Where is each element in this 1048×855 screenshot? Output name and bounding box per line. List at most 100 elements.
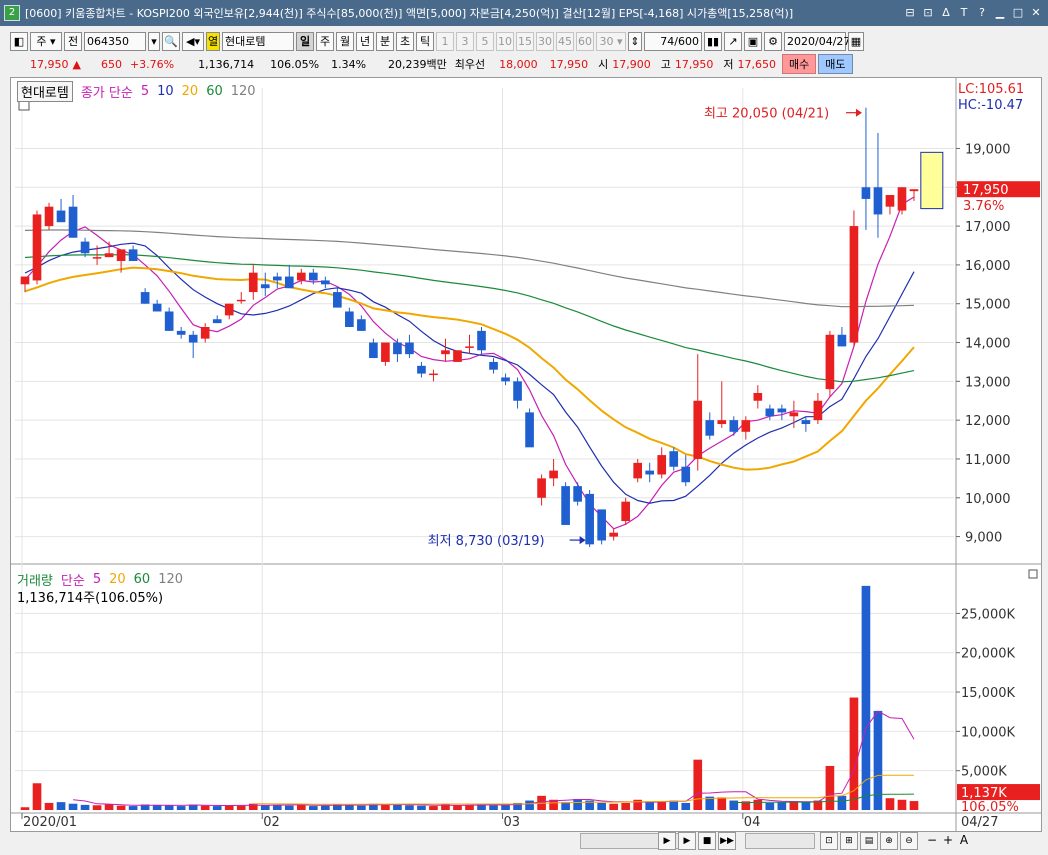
interval-month[interactable]: 월 (336, 31, 354, 51)
minute-step-30[interactable]: 30 (536, 31, 554, 51)
interval-minute[interactable]: 분 (376, 31, 394, 51)
volume-bar (44, 802, 54, 810)
candlesticks (20, 107, 919, 548)
stock-code-input[interactable]: 064350 (84, 31, 146, 51)
code-dropdown-icon[interactable]: ▾ (148, 31, 160, 51)
zoom-fit-icon[interactable]: ⊡ (820, 832, 838, 850)
volume-ma5-line (73, 710, 915, 806)
interval-tick[interactable]: 틱 (416, 31, 434, 51)
price-panel-stock-label[interactable]: 현대로템 (17, 81, 73, 102)
candle-body (92, 257, 102, 259)
candle-body (813, 400, 823, 421)
date-input[interactable]: 2020/04/27 (784, 31, 850, 51)
next-period-box (920, 151, 944, 210)
font-size-icon[interactable]: T (956, 5, 972, 21)
price-tick-label: 15,000 (965, 298, 1011, 313)
interval-year[interactable]: 년 (356, 31, 374, 51)
candle-body (308, 272, 318, 281)
candle-body (104, 253, 114, 258)
pin-icon[interactable]: ᐃ (938, 5, 954, 21)
zoom-in-magnifier-icon[interactable]: ⊕ (880, 832, 898, 850)
maximize-icon[interactable]: □ (1010, 5, 1026, 21)
zoom-slider[interactable] (745, 833, 815, 849)
interval-day[interactable]: 일 (296, 31, 314, 51)
ma20-line (24, 266, 915, 471)
candle-body (321, 280, 330, 285)
draw-tool-icon[interactable]: ↗ (724, 31, 742, 51)
candle-body (681, 466, 691, 483)
yellow-tag-button[interactable]: 열 (206, 31, 220, 51)
candle-body (621, 501, 631, 522)
ma5-line (24, 196, 915, 530)
zoom-in-icon[interactable]: + (940, 832, 956, 848)
minute-step-45[interactable]: 45 (556, 31, 574, 51)
volume-bar (489, 805, 498, 810)
ma-period-60: 60 (206, 84, 223, 99)
high-arrow-head (855, 108, 862, 117)
current-price-tag: 17,950 (963, 183, 1009, 198)
chart-area[interactable]: 19,00018,00017,00016,00015,00014,00013,0… (10, 77, 1042, 832)
play-button[interactable]: ▶ (678, 832, 696, 850)
volume-tick-label: 10,000K (961, 725, 1015, 740)
minute-step-1[interactable]: 1 (436, 31, 454, 51)
minute-step-5[interactable]: 5 (476, 31, 494, 51)
layout-icon[interactable]: ◧ (10, 31, 28, 51)
sell-button[interactable]: 매도 (818, 54, 853, 74)
turnover-rate: 1.34% (331, 57, 367, 71)
link-window-icon[interactable]: ⊟ (902, 5, 918, 21)
volume-bar (621, 802, 631, 810)
candle-body (188, 334, 198, 343)
zoom-out-magnifier-icon[interactable]: ⊖ (900, 832, 918, 850)
save-icon[interactable]: ▣ (744, 31, 762, 51)
candle-body (573, 486, 582, 502)
candle-type-icon[interactable]: ▮▮ (704, 31, 722, 51)
candle-body (248, 272, 258, 293)
ma-period-120: 120 (230, 84, 256, 99)
zoom-out-icon[interactable]: − (924, 832, 940, 848)
bottom-scroll-bar: ▶ ▶ ■ ▶▶ ⊡ ⊞ ▤ ⊕ ⊖ − + A (10, 831, 1042, 851)
minute-step-15[interactable]: 15 (516, 31, 534, 51)
minute-step-10[interactable]: 10 (496, 31, 514, 51)
help-icon[interactable]: ? (974, 5, 990, 21)
step-value-select[interactable]: 30 ▾ (596, 31, 626, 51)
scroll-right-button[interactable]: ▶ (658, 832, 676, 850)
close-icon[interactable]: ✕ (1028, 5, 1044, 21)
minute-step-60[interactable]: 60 (576, 31, 594, 51)
candle-body (333, 292, 342, 308)
price-change: 650 (100, 57, 122, 71)
candle-body (501, 377, 510, 382)
ma-period-5: 5 (140, 84, 150, 99)
volume-bar (68, 803, 78, 810)
restore-window-icon[interactable]: ⊡ (920, 5, 936, 21)
minute-step-3[interactable]: 3 (456, 31, 474, 51)
zoom-area-icon[interactable]: ⊞ (840, 832, 858, 850)
volume-bar (789, 801, 799, 810)
chart-list-icon[interactable]: ▤ (860, 832, 878, 850)
ma120-line (24, 229, 915, 308)
search-icon[interactable]: 🔍 (162, 31, 180, 51)
volume-bar (176, 806, 186, 810)
price-tick-label: 10,000 (965, 492, 1011, 507)
auto-scale-icon[interactable]: A (956, 832, 972, 848)
bar-count-input[interactable]: 74/600 (644, 31, 702, 51)
candle-body (176, 330, 186, 335)
settings-gear-icon[interactable]: ⚙ (764, 31, 782, 51)
volume-bar (717, 797, 727, 810)
interval-week[interactable]: 주 (316, 31, 334, 51)
candle-body (284, 276, 294, 289)
best-ask: 17,950 (549, 57, 589, 71)
minimize-icon[interactable]: ▁ (992, 5, 1008, 21)
volume-tick-label: 20,000K (961, 647, 1015, 662)
quote-bar: 17,950 ▲ 650 +3.76% 1,136,714 106.05% 1.… (10, 54, 1042, 74)
chart-svg[interactable]: 19,00018,00017,00016,00015,00014,00013,0… (11, 78, 1041, 831)
sound-icon[interactable]: ◀▾ (182, 31, 204, 51)
prev-button[interactable]: 전 (64, 31, 82, 51)
fast-forward-button[interactable]: ▶▶ (718, 832, 736, 850)
step-spinner-icon[interactable]: ⇕ (628, 31, 642, 51)
candle-body (909, 189, 919, 192)
period-select[interactable]: 주 ▾ (30, 31, 62, 51)
interval-second[interactable]: 초 (396, 31, 414, 51)
calendar-icon[interactable]: ▦ (848, 31, 864, 51)
stop-button[interactable]: ■ (698, 832, 716, 850)
buy-button[interactable]: 매수 (782, 54, 817, 74)
